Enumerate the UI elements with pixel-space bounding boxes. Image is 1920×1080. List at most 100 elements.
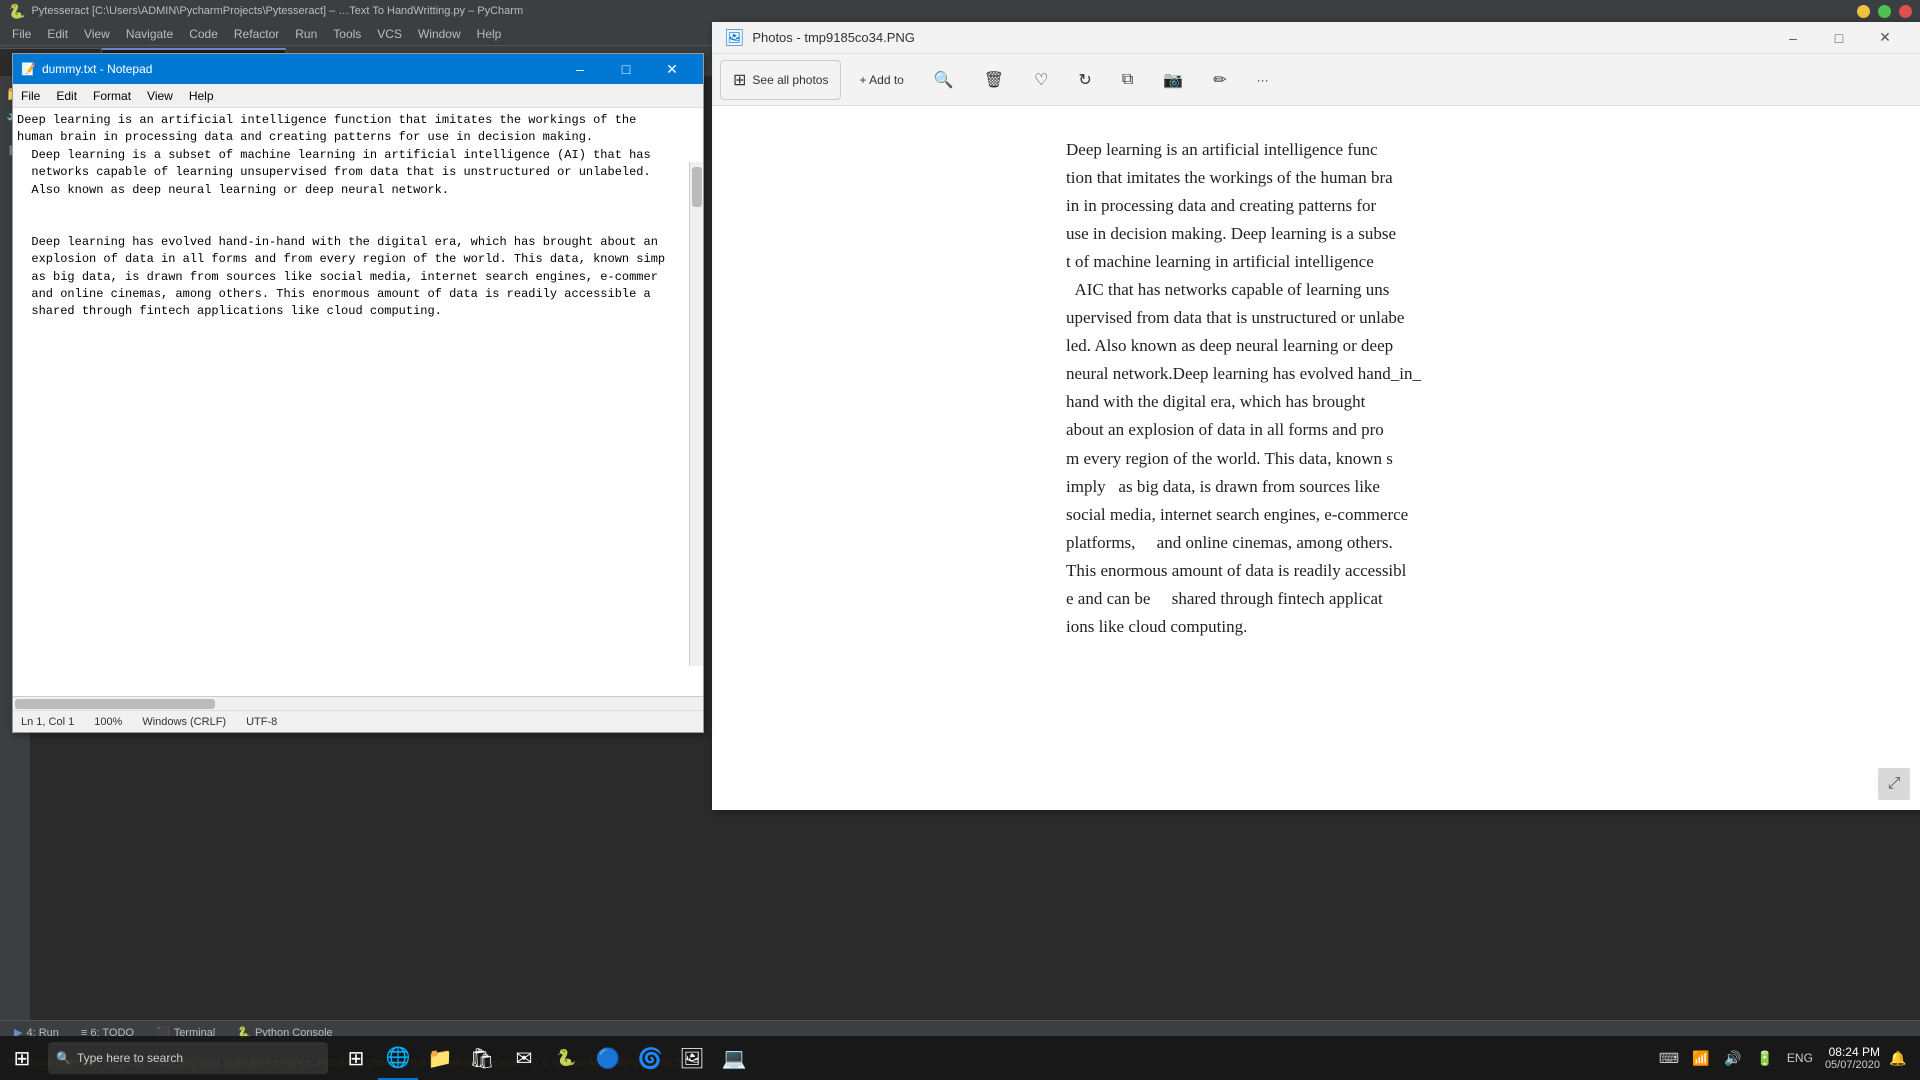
notepad-statusbar: Ln 1, Col 1 100% Windows (CRLF) UTF-8 <box>13 710 703 732</box>
taskbar-browser2[interactable]: 🌀 <box>630 1036 670 1080</box>
notepad-zoom: 100% <box>94 716 122 728</box>
tray-battery-icon[interactable]: 🔋 <box>1751 1044 1779 1072</box>
windows-taskbar: ⊞ 🔍 Type here to search ⊞ 🌐 📁 🛍 ✉ 🐍 🔵 🌀 … <box>0 1036 1920 1080</box>
taskbar-explorer[interactable]: 📁 <box>420 1036 460 1080</box>
menu-navigate[interactable]: Navigate <box>118 25 181 43</box>
clock-date: 05/07/2020 <box>1825 1059 1880 1071</box>
menu-refactor[interactable]: Refactor <box>226 25 287 43</box>
delete-button[interactable]: 🗑 <box>972 60 1016 100</box>
menu-vcs[interactable]: VCS <box>369 25 410 43</box>
pycharm-win-controls <box>1857 5 1912 18</box>
menu-view[interactable]: View <box>76 25 118 43</box>
tray-volume-icon[interactable]: 🔊 <box>1719 1044 1747 1072</box>
menu-tools[interactable]: Tools <box>325 25 369 43</box>
crop-icon: ⧉ <box>1122 71 1133 89</box>
notification-icon[interactable]: 🔔 <box>1884 1044 1912 1072</box>
notepad-menu-view[interactable]: View <box>139 87 181 105</box>
taskbar-mail[interactable]: ✉ <box>504 1036 544 1080</box>
notepad-horizontal-scrollbar[interactable] <box>13 696 703 710</box>
menu-run[interactable]: Run <box>287 25 325 43</box>
system-clock[interactable]: 08:24 PM 05/07/2020 <box>1825 1045 1880 1071</box>
handwriting-line-10: hand with the digital era, which has bro… <box>1066 388 1566 416</box>
menu-file[interactable]: File <box>4 25 39 43</box>
handwriting-line-12: m every region of the world. This data, … <box>1066 445 1566 473</box>
notepad-vertical-scrollbar[interactable] <box>689 162 703 666</box>
handwriting-line-13: imply as big data, is drawn from sources… <box>1066 473 1566 501</box>
start-icon: ⊞ <box>14 1046 31 1071</box>
pycharm-minimize-btn[interactable] <box>1857 5 1870 18</box>
photos-toolbar: ⊞ See all photos + Add to 🔍 🗑 ♡ ↻ ⧉ 📷 ✏ … <box>712 54 1920 106</box>
menu-code[interactable]: Code <box>181 25 226 43</box>
zoom-button[interactable]: 🔍 <box>922 60 966 100</box>
photos-title: Photos - tmp9185co34.PNG <box>752 30 915 45</box>
notepad-minimize-btn[interactable]: – <box>557 54 603 84</box>
notepad-menu-edit[interactable]: Edit <box>48 87 85 105</box>
notepad-menu-format[interactable]: Format <box>85 87 139 105</box>
photos-win-controls: – □ ✕ <box>1770 22 1908 54</box>
notepad-line-col: Ln 1, Col 1 <box>21 716 74 728</box>
taskbar-photos[interactable]: 🖼 <box>672 1036 712 1080</box>
zoom-icon: 🔍 <box>934 70 954 90</box>
handwriting-line-9: neural network.Deep learning has evolved… <box>1066 360 1566 388</box>
rotate-button[interactable]: ↻ <box>1066 60 1103 100</box>
notepad-encoding: UTF-8 <box>246 716 277 728</box>
photos-app-icon: 🖼 <box>724 28 744 48</box>
menu-window[interactable]: Window <box>410 25 469 43</box>
menu-help[interactable]: Help <box>469 25 510 43</box>
taskbar-pycharm[interactable]: 🐍 <box>546 1036 586 1080</box>
more-options-button[interactable]: ··· <box>1245 60 1281 100</box>
notepad-menu-help[interactable]: Help <box>181 87 222 105</box>
edit-icon: ✏ <box>1213 70 1226 90</box>
rotate-icon: ↻ <box>1078 70 1091 90</box>
photos-maximize-btn[interactable]: □ <box>1816 22 1862 54</box>
photos-image-area: Deep learning is an artificial intellige… <box>712 106 1920 810</box>
see-all-photos-button[interactable]: ⊞ See all photos <box>720 60 841 100</box>
edit-button[interactable]: ✏ <box>1201 60 1238 100</box>
notepad-app-icon: 📝 <box>21 62 36 76</box>
handwriting-line-4: use in decision making. Deep learning is… <box>1066 220 1566 248</box>
taskbar-search-bar[interactable]: 🔍 Type here to search <box>48 1042 328 1074</box>
favorite-button[interactable]: ♡ <box>1022 60 1060 100</box>
notepad-menu-file[interactable]: File <box>13 87 48 105</box>
notepad-maximize-btn[interactable]: □ <box>603 54 649 84</box>
camera-button[interactable]: 📷 <box>1151 60 1195 100</box>
taskbar-files[interactable]: 💻 <box>714 1036 754 1080</box>
photos-close-btn[interactable]: ✕ <box>1862 22 1908 54</box>
pycharm-maximize-btn[interactable] <box>1878 5 1891 18</box>
handwriting-line-17: e and can be shared through fintech appl… <box>1066 585 1566 613</box>
notepad-close-btn[interactable]: ✕ <box>649 54 695 84</box>
search-placeholder: Type here to search <box>77 1051 183 1065</box>
tray-keyboard-icon[interactable]: ⌨ <box>1655 1044 1683 1072</box>
start-button[interactable]: ⊞ <box>0 1036 44 1080</box>
clock-time: 08:24 PM <box>1829 1045 1880 1059</box>
notepad-scroll-thumb[interactable] <box>692 167 702 207</box>
tray-lang[interactable]: ENG <box>1787 1051 1813 1065</box>
menu-edit[interactable]: Edit <box>39 25 76 43</box>
taskbar-task-view[interactable]: ⊞ <box>336 1036 376 1080</box>
pycharm-close-btn[interactable] <box>1899 5 1912 18</box>
crop-button[interactable]: ⧉ <box>1110 60 1145 100</box>
handwriting-line-11: about an explosion of data in all forms … <box>1066 416 1566 444</box>
photos-grid-icon: ⊞ <box>733 70 746 90</box>
taskbar-store[interactable]: 🛍 <box>462 1036 502 1080</box>
photos-minimize-btn[interactable]: – <box>1770 22 1816 54</box>
add-to-label: + Add to <box>859 73 903 87</box>
taskbar-edge[interactable]: 🌐 <box>378 1036 418 1080</box>
handwriting-line-7: upervised from data that is unstructured… <box>1066 304 1566 332</box>
camera-icon: 📷 <box>1163 70 1183 90</box>
system-tray: ⌨ 📶 🔊 🔋 ENG 08:24 PM 05/07/2020 🔔 <box>1655 1044 1920 1072</box>
handwriting-image: Deep learning is an artificial intellige… <box>1036 116 1596 766</box>
notepad-text-content[interactable]: Deep learning is an artificial intellige… <box>13 108 703 696</box>
tray-network-icon[interactable]: 📶 <box>1687 1044 1715 1072</box>
handwriting-line-15: platforms, and online cinemas, among oth… <box>1066 529 1566 557</box>
handwriting-line-5: t of machine learning in artificial inte… <box>1066 248 1566 276</box>
handwriting-line-18: ions like cloud computing. <box>1066 613 1566 641</box>
taskbar-chrome[interactable]: 🔵 <box>588 1036 628 1080</box>
add-to-button[interactable]: + Add to <box>847 60 915 100</box>
handwriting-line-14: social media, internet search engines, e… <box>1066 501 1566 529</box>
notepad-hscroll-thumb[interactable] <box>15 699 215 709</box>
pycharm-titlebar: 🐍 Pytesseract [C:\Users\ADMIN\PycharmPro… <box>0 0 1920 22</box>
delete-icon: 🗑 <box>984 70 1004 90</box>
expand-button[interactable]: ⤢ <box>1878 768 1910 800</box>
handwriting-line-16: This enormous amount of data is readily … <box>1066 557 1566 585</box>
